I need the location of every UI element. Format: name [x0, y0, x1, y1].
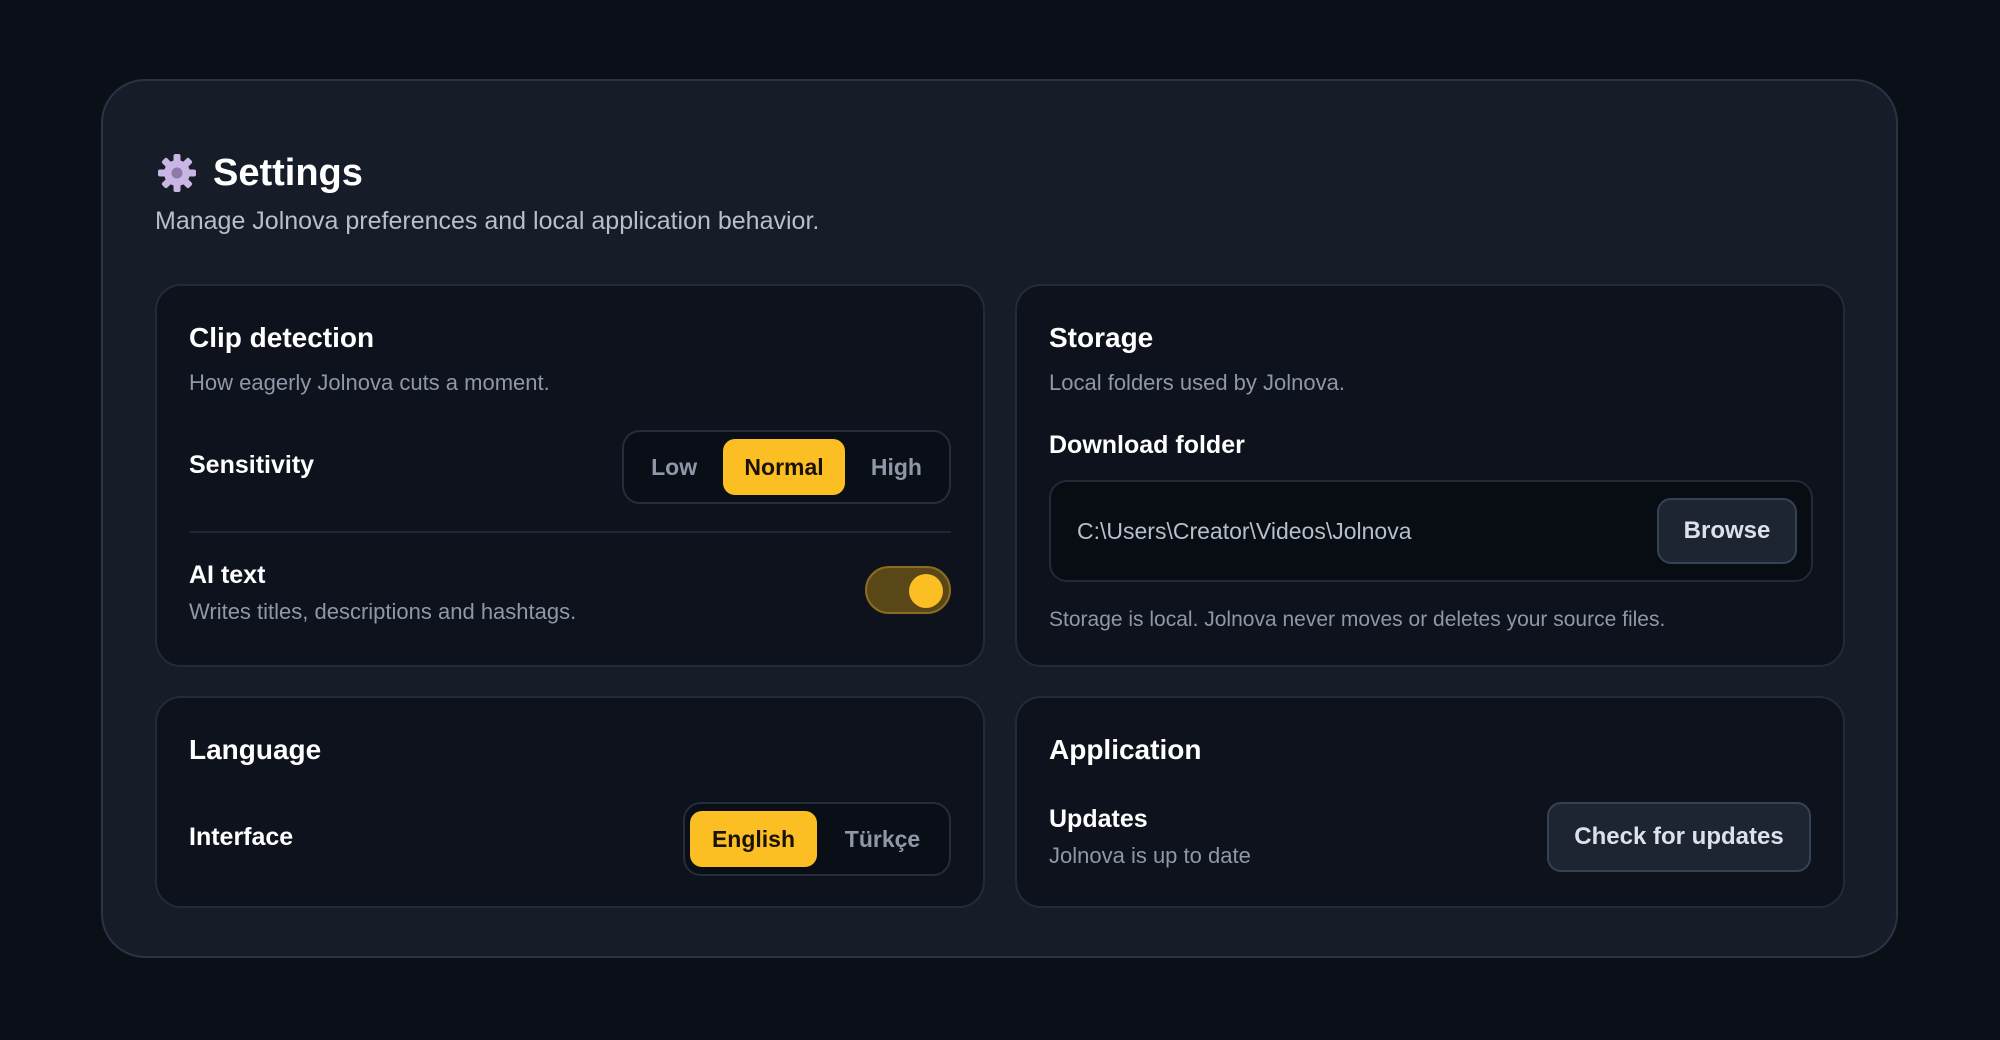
- interface-label: Interface: [189, 823, 294, 851]
- storage-description: Local folders used by Jolnova.: [1049, 370, 1345, 395]
- application-title: Application: [1049, 734, 1202, 765]
- language-option-turkce[interactable]: Türkçe: [821, 811, 944, 867]
- sensitivity-segmented-control: Low Normal High: [622, 430, 951, 504]
- updates-status: Jolnova is up to date: [1049, 843, 1251, 868]
- ai-text-label: AI text: [189, 561, 266, 589]
- download-folder-field[interactable]: C:\Users\Creator\Videos\Jolnova Browse: [1049, 480, 1813, 582]
- storage-note: Storage is local. Jolnova never moves or…: [1049, 608, 1666, 631]
- storage-card: Storage Local folders used by Jolnova. D…: [1015, 284, 1845, 667]
- browse-button[interactable]: Browse: [1657, 498, 1797, 564]
- clip-detection-card: Clip detection How eagerly Jolnova cuts …: [155, 284, 985, 667]
- ai-text-toggle[interactable]: [865, 566, 951, 614]
- language-card: Language Interface English Türkçe: [155, 696, 985, 908]
- updates-label: Updates: [1049, 805, 1148, 833]
- download-folder-label: Download folder: [1049, 431, 1245, 459]
- clip-detection-title: Clip detection: [189, 322, 375, 353]
- sensitivity-option-normal[interactable]: Normal: [723, 439, 845, 495]
- page-subtitle: Manage Jolnova preferences and local app…: [155, 207, 820, 235]
- page-title: Settings: [213, 151, 363, 194]
- sensitivity-option-high[interactable]: High: [849, 439, 944, 495]
- sensitivity-option-low[interactable]: Low: [629, 439, 719, 495]
- settings-window: Settings Manage Jolnova preferences and …: [101, 79, 1898, 958]
- storage-title: Storage: [1049, 322, 1154, 353]
- check-for-updates-button[interactable]: Check for updates: [1547, 802, 1811, 872]
- gear-icon: [158, 154, 196, 192]
- toggle-knob: [909, 574, 943, 608]
- application-card: Application Updates Jolnova is up to dat…: [1015, 696, 1845, 908]
- divider: [189, 531, 951, 533]
- ai-text-description: Writes titles, descriptions and hashtags…: [189, 599, 577, 624]
- page-header: Settings: [155, 143, 363, 203]
- clip-detection-description: How eagerly Jolnova cuts a moment.: [189, 370, 550, 395]
- sensitivity-label: Sensitivity: [189, 451, 315, 479]
- download-folder-path: C:\Users\Creator\Videos\Jolnova: [1077, 518, 1412, 544]
- language-title: Language: [189, 734, 322, 765]
- language-segmented-control: English Türkçe: [683, 802, 951, 876]
- language-option-english[interactable]: English: [690, 811, 817, 867]
